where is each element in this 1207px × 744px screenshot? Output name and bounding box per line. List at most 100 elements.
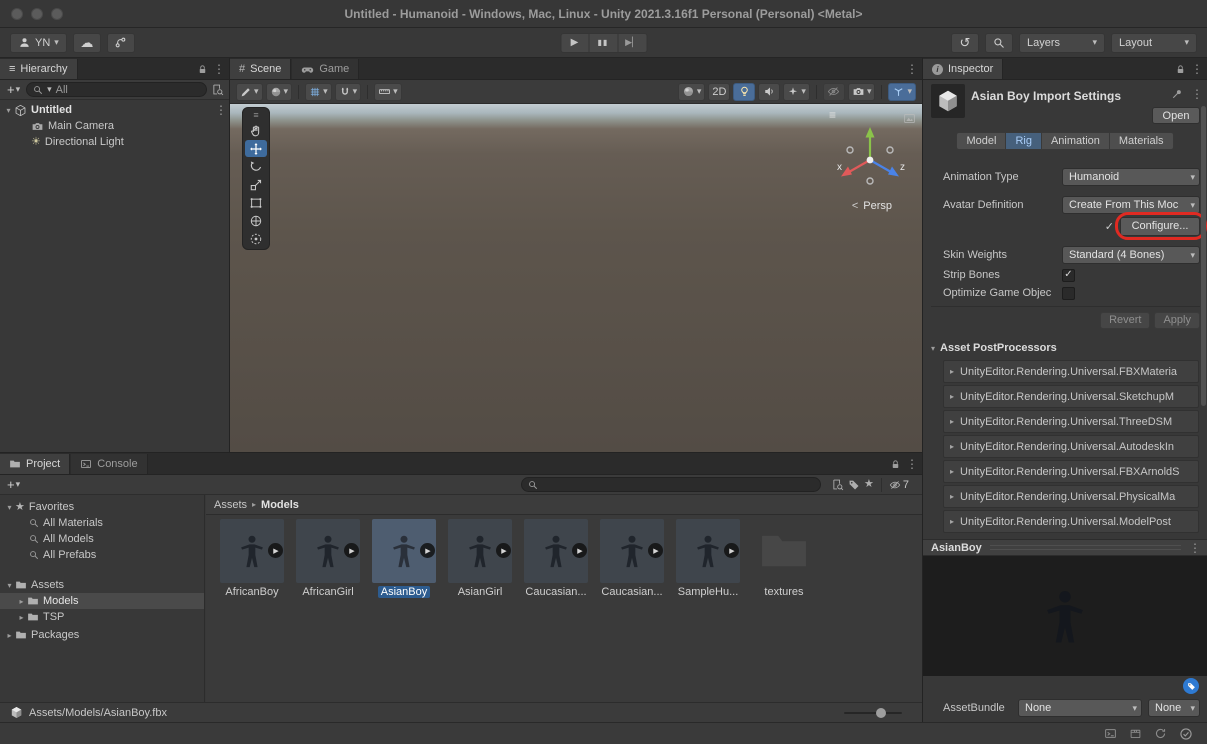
grid-visibility-button[interactable]: ▾ [305, 83, 332, 101]
panel-menu-button[interactable]: ⋮ [1191, 63, 1201, 75]
strip-bones-checkbox[interactable]: ✓ [1062, 269, 1075, 282]
transform-tool-button[interactable] [245, 212, 267, 229]
skin-weights-dropdown[interactable]: Standard (4 Bones)▾ [1062, 246, 1200, 264]
create-asset-button[interactable]: + ▾ [5, 478, 22, 491]
assets-root-row[interactable]: ▾ Assets [0, 577, 204, 593]
preview-menu-button[interactable]: ⋮ [1189, 542, 1199, 554]
assetbundle-variant-dropdown[interactable]: None▾ [1148, 699, 1200, 717]
tab-model[interactable]: Model [956, 132, 1006, 150]
snap-settings-button[interactable]: ▾ [335, 83, 362, 101]
asset-item-asiangirl[interactable]: ▶ AsianGirl [442, 519, 518, 598]
foldout-icon[interactable]: ▾ [4, 503, 15, 512]
pin-icon[interactable] [1171, 88, 1183, 100]
rotate-tool-button[interactable] [245, 158, 267, 175]
save-search-star-icon[interactable]: ★ [864, 479, 874, 490]
neg-y-axis-dot[interactable] [867, 178, 873, 184]
breadcrumb-root[interactable]: Assets [214, 499, 247, 511]
saved-search-icon[interactable] [211, 83, 224, 96]
breadcrumb-current[interactable]: Models [261, 499, 299, 511]
foldout-icon[interactable]: ▾ [4, 581, 15, 590]
status-progress-icon[interactable] [1179, 727, 1193, 741]
scene-root-row[interactable]: ▾ Untitled ⋮ [0, 102, 229, 118]
hierarchy-item-main-camera[interactable]: Main Camera [0, 118, 229, 134]
lock-icon[interactable] [890, 459, 901, 470]
tab-hierarchy[interactable]: ≡ Hierarchy [0, 59, 78, 79]
asset-item-caucasiangirl[interactable]: ▶ Caucasian... [594, 519, 670, 598]
snap-increment-button[interactable]: ▾ [374, 83, 402, 101]
audio-toggle-button[interactable] [758, 83, 780, 101]
status-refresh-icon[interactable] [1154, 727, 1167, 740]
y-axis-cone[interactable] [866, 127, 875, 138]
neg-z-axis-dot[interactable] [847, 147, 853, 153]
model-preview-area[interactable] [923, 556, 1207, 676]
tool-settings-button[interactable]: ▾ [236, 83, 263, 101]
hierarchy-search-input[interactable]: ▾ All [26, 82, 207, 97]
foldout-icon[interactable]: ▾ [3, 106, 14, 115]
2d-toggle-button[interactable]: 2D [708, 83, 730, 101]
search-by-type-icon[interactable] [831, 478, 844, 491]
apply-button[interactable]: Apply [1154, 312, 1200, 329]
projection-mode-label[interactable]: < Persp [852, 200, 892, 212]
rect-tool-button[interactable] [245, 194, 267, 211]
asset-item-caucasianboy[interactable]: ▶ Caucasian... [518, 519, 594, 598]
scene-camera-settings-button[interactable]: ▾ [848, 83, 876, 101]
preview-play-badge[interactable]: ▶ [344, 543, 359, 558]
favorite-all-models-row[interactable]: All Models [0, 531, 204, 547]
favorite-all-materials-row[interactable]: All Materials [0, 515, 204, 531]
lock-icon[interactable] [1175, 64, 1186, 75]
lock-icon[interactable] [197, 64, 208, 75]
configure-button[interactable]: Configure... [1120, 217, 1200, 236]
header-menu-button[interactable]: ⋮ [1191, 88, 1201, 100]
favorite-all-prefabs-row[interactable]: All Prefabs [0, 547, 204, 563]
gizmo-center-dot[interactable] [867, 157, 874, 164]
preview-play-badge[interactable]: ▶ [420, 543, 435, 558]
draw-mode-dropdown[interactable]: ▾ [678, 83, 706, 101]
tab-scene[interactable]: # Scene [230, 59, 291, 79]
postprocessor-row[interactable]: ▸UnityEditor.Rendering.Universal.Autodes… [943, 435, 1199, 458]
folder-row-models[interactable]: ▸ Models [0, 593, 204, 609]
asset-labels-button[interactable] [1183, 678, 1199, 694]
view-hand-tool-button[interactable] [245, 122, 267, 139]
postprocessor-row[interactable]: ▸UnityEditor.Rendering.Universal.FBXArno… [943, 460, 1199, 483]
tab-animation[interactable]: Animation [1042, 132, 1110, 150]
preview-header[interactable]: AsianBoy ⋮ [923, 539, 1207, 556]
panel-menu-button[interactable]: ⋮ [906, 63, 916, 75]
pause-button[interactable]: ▮▮ [589, 33, 618, 53]
tab-game[interactable]: Game [292, 59, 359, 79]
selection-outline-button[interactable]: ▾ [266, 83, 293, 101]
scene-menu-button[interactable]: ⋮ [215, 104, 225, 116]
foldout-icon[interactable]: ▸ [4, 631, 15, 640]
asset-item-asianboy[interactable]: ▶ AsianBoy [366, 519, 442, 598]
orientation-gizmo[interactable]: x z [832, 120, 908, 196]
neg-x-axis-dot[interactable] [887, 147, 893, 153]
create-object-button[interactable]: + ▾ [5, 83, 22, 96]
revert-button[interactable]: Revert [1100, 312, 1150, 329]
minimize-button[interactable] [31, 8, 43, 20]
thumbnail-zoom-slider[interactable] [844, 712, 902, 714]
postprocessor-row[interactable]: ▸UnityEditor.Rendering.Universal.Physica… [943, 485, 1199, 508]
postprocessor-row[interactable]: ▸UnityEditor.Rendering.Universal.ThreeDS… [943, 410, 1199, 433]
scale-tool-button[interactable] [245, 176, 267, 193]
avatar-definition-dropdown[interactable]: Create From This Moc▾ [1062, 196, 1200, 214]
layers-dropdown[interactable]: Layers ▾ [1019, 33, 1105, 53]
search-by-label-icon[interactable] [848, 479, 860, 491]
hidden-packages-toggle[interactable]: 7 [889, 479, 909, 491]
preview-play-badge[interactable]: ▶ [724, 543, 739, 558]
close-button[interactable] [11, 8, 23, 20]
scene-viewport[interactable]: ≡ ≡ [230, 104, 922, 452]
palette-drag-handle[interactable]: ≡ [245, 110, 267, 121]
gizmos-dropdown[interactable]: ▾ [888, 83, 916, 101]
asset-item-textures[interactable]: textures [746, 519, 822, 598]
preview-play-badge[interactable]: ▶ [572, 543, 587, 558]
custom-tool-button[interactable] [245, 230, 267, 247]
panel-menu-button[interactable]: ⋮ [906, 458, 916, 470]
postprocessor-row[interactable]: ▸UnityEditor.Rendering.Universal.ModelPo… [943, 510, 1199, 533]
account-dropdown[interactable]: YN ▾ [10, 33, 67, 53]
effects-dropdown[interactable]: ▾ [783, 83, 810, 101]
layout-dropdown[interactable]: Layout ▾ [1111, 33, 1197, 53]
step-button[interactable]: ▶▏ [618, 33, 647, 53]
cloud-services-button[interactable]: ☁ [73, 33, 101, 53]
inspector-scrollbar[interactable] [1201, 106, 1206, 406]
z-axis-cone[interactable] [888, 167, 899, 177]
hierarchy-item-directional-light[interactable]: ☀ Directional Light [0, 134, 229, 150]
